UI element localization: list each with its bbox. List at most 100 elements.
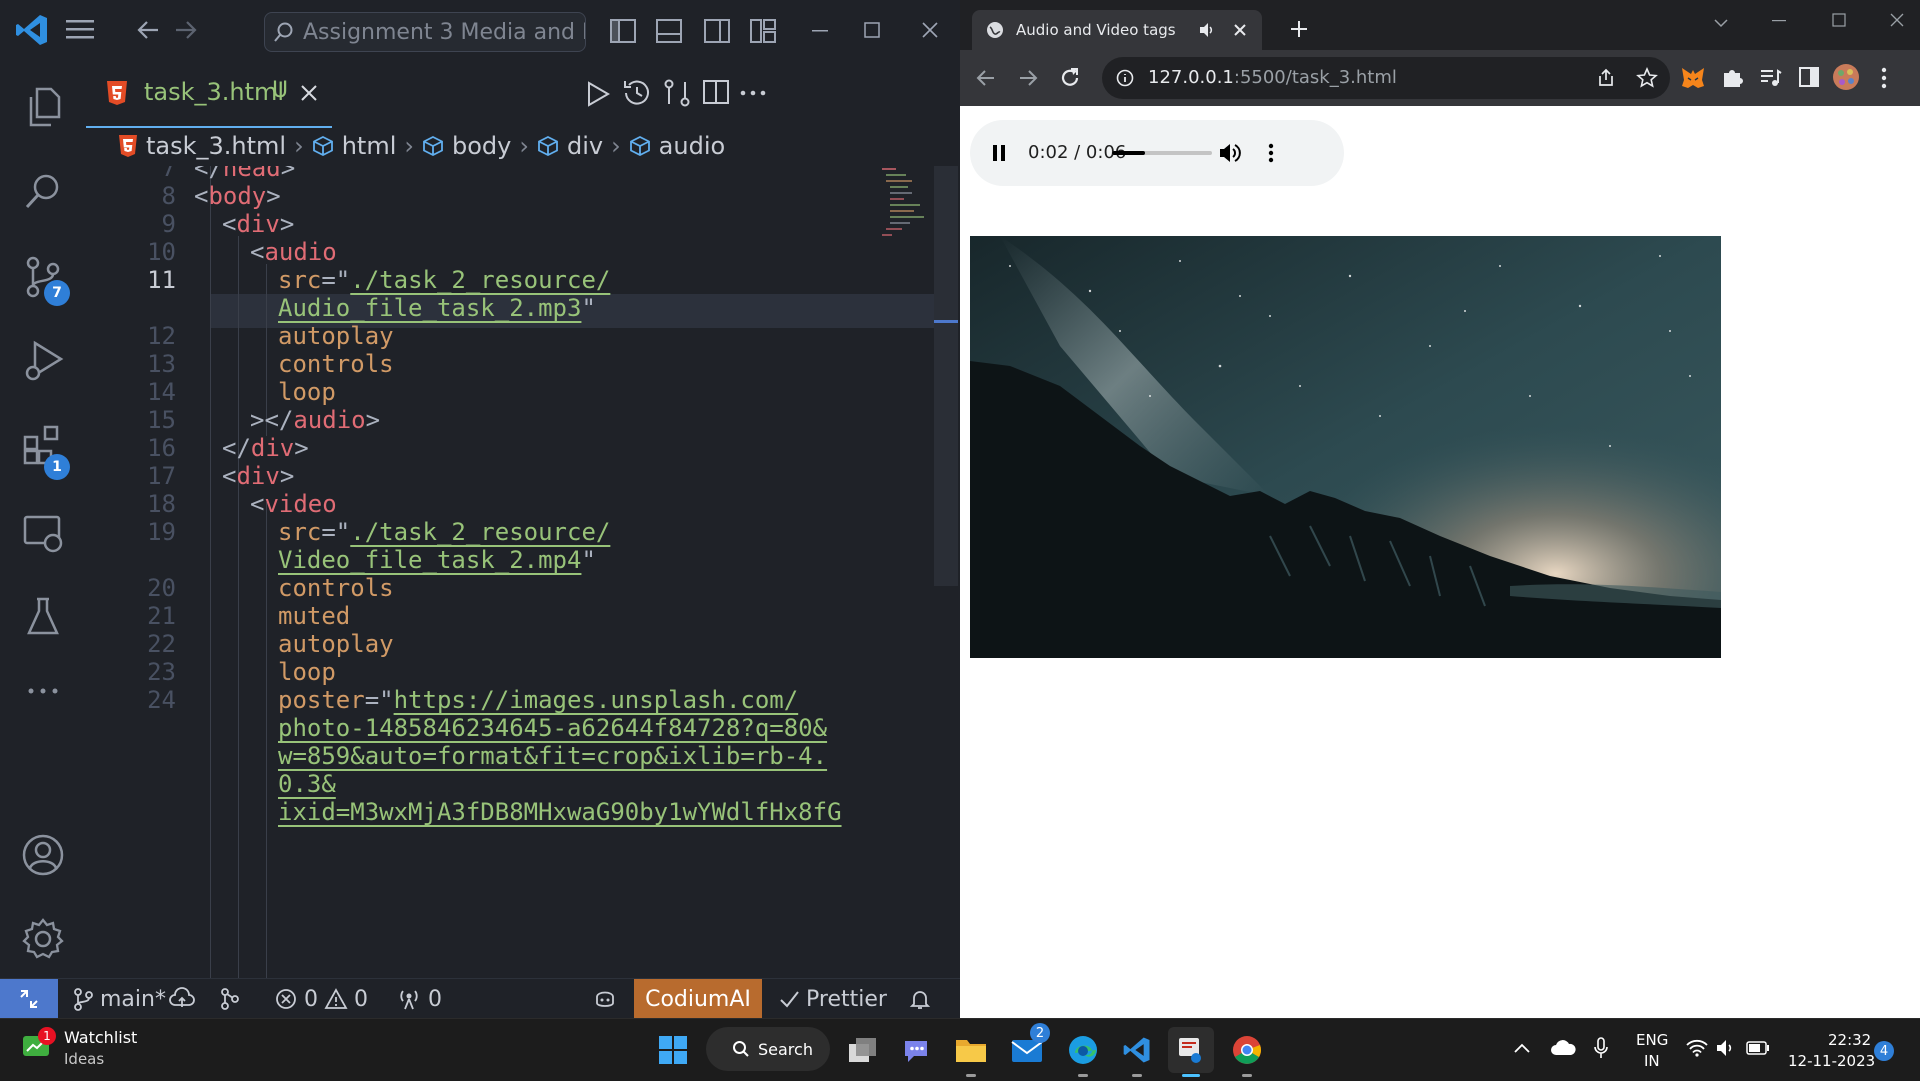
volume-icon[interactable] [1218, 142, 1242, 164]
reload-icon[interactable] [1058, 66, 1082, 90]
edge-browser-icon[interactable] [1060, 1027, 1106, 1077]
ports-indicator[interactable]: 0 [396, 979, 442, 1019]
extensions-puzzle-icon[interactable] [1720, 66, 1744, 90]
stock-widget-icon[interactable]: 1 [22, 1027, 56, 1059]
breadcrumb-file[interactable]: task_3.html [146, 132, 286, 160]
split-editor-icon[interactable] [702, 78, 730, 106]
source-control-icon[interactable]: 7 [0, 242, 86, 312]
more-views-icon[interactable] [0, 656, 86, 726]
copilot-icon[interactable] [592, 979, 618, 1019]
volume-icon[interactable] [1716, 1039, 1738, 1057]
tab-untracked-status: U [272, 78, 289, 103]
remote-indicator[interactable] [0, 979, 58, 1019]
start-windows-icon[interactable] [650, 1027, 696, 1073]
extensions-icon[interactable]: 1 [0, 410, 86, 480]
task-view-icon[interactable] [840, 1027, 886, 1073]
metamask-extension-icon[interactable] [1680, 66, 1706, 90]
menu-icon[interactable] [66, 18, 94, 42]
error-icon [276, 989, 296, 1009]
browser-tab[interactable]: Audio and Video tags [972, 10, 1262, 50]
breadcrumb-html[interactable]: html [342, 132, 397, 160]
widget-title[interactable]: Watchlist [64, 1028, 137, 1047]
language-primary[interactable]: ENG [1636, 1031, 1668, 1049]
tab-search-chevron-icon[interactable] [1714, 18, 1728, 28]
maximize-icon[interactable] [864, 22, 880, 38]
audio-options-icon[interactable] [1268, 143, 1274, 163]
new-tab-plus-icon[interactable] [1290, 20, 1308, 38]
back-arrow-icon[interactable] [974, 66, 998, 90]
snipping-tool-icon[interactable] [1168, 1027, 1214, 1077]
bookmark-star-icon[interactable] [1636, 67, 1658, 89]
tab-close-icon[interactable] [300, 84, 318, 102]
forward-arrow-icon[interactable] [172, 16, 200, 44]
breadcrumb-div[interactable]: div [567, 132, 603, 160]
run-debug-icon[interactable] [0, 326, 86, 396]
vscode-taskbar-icon[interactable] [1114, 1027, 1160, 1077]
editor-scrollbar[interactable] [934, 166, 958, 586]
chrome-menu-icon[interactable] [1880, 66, 1888, 90]
code-line: muted [278, 602, 351, 630]
toggle-primary-sidebar-icon[interactable] [610, 18, 636, 44]
mail-icon[interactable]: 2 [1004, 1023, 1050, 1073]
onedrive-cloud-icon[interactable] [1550, 1039, 1576, 1057]
tab-audio-playing-icon[interactable] [1198, 22, 1216, 38]
run-file-icon[interactable] [584, 80, 612, 108]
active-indicator [1182, 1074, 1200, 1077]
more-actions-icon[interactable] [740, 90, 766, 96]
accounts-icon[interactable] [0, 820, 86, 890]
breadcrumb-audio[interactable]: audio [659, 132, 726, 160]
timeline-history-icon[interactable] [622, 78, 652, 108]
codiumai-button[interactable]: CodiumAI [634, 979, 762, 1019]
windows-taskbar: 1 Watchlist Ideas Search 2 ENG IN 22:32 … [0, 1018, 1920, 1081]
notification-center-badge[interactable]: 4 [1874, 1041, 1894, 1061]
clock-time[interactable]: 22:32 [1828, 1031, 1871, 1049]
audio-seek-bar[interactable] [1112, 151, 1212, 155]
chrome-taskbar-icon[interactable] [1224, 1027, 1270, 1077]
show-hidden-icons-chevron-icon[interactable] [1514, 1043, 1530, 1053]
editor-tab[interactable]: task_3.html U [86, 62, 332, 128]
share-icon[interactable] [1596, 68, 1616, 88]
git-branch[interactable]: main* [72, 979, 166, 1019]
minimize-icon[interactable] [1772, 20, 1786, 22]
line-number: 22 [147, 630, 176, 658]
open-changes-icon[interactable] [662, 78, 692, 108]
notifications-bell-icon[interactable] [908, 979, 932, 1019]
site-info-icon[interactable] [1116, 69, 1134, 87]
battery-icon[interactable] [1746, 1041, 1770, 1055]
remote-explorer-icon[interactable] [0, 498, 86, 568]
back-arrow-icon[interactable] [134, 16, 162, 44]
code-editor[interactable]: 7 </head> 8 <body> 9 <div> 10 <audio 11 src="./ta… [86, 166, 934, 978]
close-window-icon[interactable] [922, 22, 938, 38]
file-explorer-icon[interactable] [948, 1027, 994, 1077]
teams-chat-icon[interactable] [894, 1027, 940, 1073]
side-panel-icon[interactable] [1798, 66, 1820, 88]
profile-avatar[interactable] [1832, 63, 1860, 91]
address-bar[interactable]: 127.0.0.1:5500/task_3.html [1102, 57, 1670, 99]
taskbar-search[interactable]: Search [706, 1027, 830, 1071]
command-center-search[interactable]: Assignment 3 Media and Form [264, 12, 586, 52]
tab-close-icon[interactable] [1234, 24, 1246, 36]
publish-branch-icon[interactable] [168, 979, 196, 1019]
toggle-panel-icon[interactable] [656, 18, 682, 44]
prettier-indicator[interactable]: Prettier [778, 979, 887, 1019]
microphone-icon[interactable] [1594, 1037, 1608, 1059]
toggle-secondary-sidebar-icon[interactable] [704, 18, 730, 44]
maximize-icon[interactable] [1832, 13, 1846, 27]
video-player-poster[interactable] [970, 236, 1721, 658]
explorer-icon[interactable] [0, 72, 86, 142]
audio-player[interactable]: 0:02 / 0:06 [970, 120, 1344, 186]
breadcrumb-body[interactable]: body [452, 132, 511, 160]
media-controls-icon[interactable] [1758, 66, 1782, 90]
problems-indicator[interactable]: 0 0 [274, 979, 368, 1019]
pause-icon[interactable] [992, 145, 1006, 161]
customize-layout-icon[interactable] [750, 18, 776, 44]
search-icon[interactable] [0, 156, 86, 226]
manage-gear-icon[interactable] [0, 904, 86, 974]
minimize-icon[interactable] [812, 30, 828, 34]
close-window-icon[interactable] [1890, 13, 1904, 27]
git-graph-icon[interactable] [218, 979, 242, 1019]
wifi-icon[interactable] [1686, 1039, 1708, 1057]
testing-icon[interactable] [0, 582, 86, 652]
forward-arrow-icon[interactable] [1016, 66, 1040, 90]
minimap[interactable] [882, 166, 932, 246]
